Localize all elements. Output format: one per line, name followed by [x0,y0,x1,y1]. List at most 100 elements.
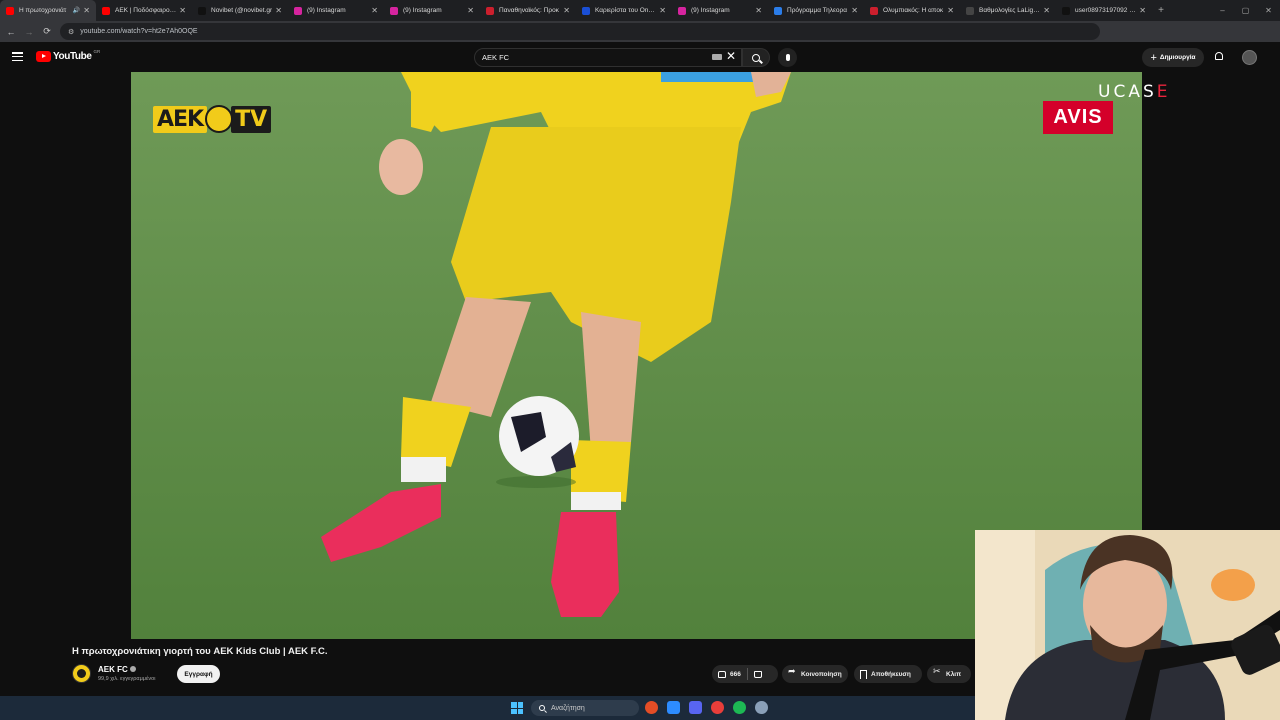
notifications-bell-icon[interactable] [1214,52,1224,62]
browser-tab[interactable]: user08973197092 (@ ✕ [1056,0,1152,21]
tab-title: Ολυμπιακός: Η αποκ [883,7,944,14]
tab-favicon-icon [294,6,302,15]
browser-tab[interactable]: Βαθμολογίες LaLiga - ✕ [960,0,1056,21]
aek-emblem-icon [205,105,234,133]
share-icon [788,667,797,679]
app-icon[interactable] [667,701,680,714]
tab-favicon-icon [870,6,878,15]
tab-favicon-icon [966,6,974,15]
tab-close-icon[interactable]: ✕ [851,6,858,15]
tab-close-icon[interactable]: ✕ [275,6,282,15]
tab-favicon-icon [102,6,110,15]
tab-favicon-icon [678,6,686,15]
search-icon [539,705,545,711]
spotify-icon[interactable] [733,701,746,714]
youtube-logo[interactable]: YouTube GR [36,49,100,62]
tab-favicon-icon [774,6,782,15]
search-button[interactable] [742,48,770,67]
tab-close-icon[interactable]: ✕ [947,6,954,15]
tab-close-icon[interactable]: ✕ [1139,6,1146,15]
clear-search-icon[interactable]: ✕ [726,49,736,63]
webcam-overlay [975,530,1280,720]
plus-icon: + [1150,51,1157,64]
tab-title: (9) Instagram [403,7,442,14]
keyboard-icon[interactable] [712,54,722,60]
browser-tab[interactable]: (9) Instagram ✕ [384,0,480,21]
tab-close-icon[interactable]: ✕ [563,6,570,15]
chrome-icon[interactable] [645,701,658,714]
maximize-button[interactable]: ▢ [1234,0,1257,21]
browser-tab[interactable]: (9) Instagram ✕ [672,0,768,21]
search-input[interactable]: AEK FC [474,48,742,67]
tab-favicon-icon [6,6,14,15]
browser-tab[interactable]: Η πρωτοχρονιάτ 🔊 ✕ [0,0,96,21]
tab-title: user08973197092 (@ [1075,7,1137,14]
browser-tab-strip: Η πρωτοχρονιάτ🔊✕ΑΕΚ | Ποδόσφαιρο | SP✕No… [0,0,1280,21]
window-controls: – ▢ ✕ [1211,0,1280,21]
like-button[interactable]: 666 [712,665,747,683]
tab-title: Παναθηναϊκός: Προκ [499,7,559,14]
back-icon[interactable]: ← [2,21,20,42]
reload-icon[interactable]: ⟳ [38,21,56,42]
app-icon[interactable] [711,701,724,714]
tab-audio-icon[interactable]: 🔊 [73,7,80,14]
tab-favicon-icon [486,6,494,15]
tab-close-icon[interactable]: ✕ [755,6,762,15]
clip-button[interactable]: Κλιπ [927,665,971,683]
settings-icon[interactable] [755,701,768,714]
dislike-button[interactable] [748,665,772,683]
share-button[interactable]: Κοινοποίηση [782,665,848,683]
tab-close-icon[interactable]: ✕ [83,6,90,15]
new-tab-button[interactable]: + [1152,0,1170,21]
youtube-play-icon [36,51,51,62]
address-bar[interactable]: ⚙ youtube.com/watch?v=ht2e7Ah0OQE [60,23,1100,40]
discord-icon[interactable] [689,701,702,714]
windows-start-icon[interactable] [511,702,523,714]
browser-tab[interactable]: ΑΕΚ | Ποδόσφαιρο | SP✕ [96,0,192,21]
tab-close-icon[interactable]: ✕ [179,6,186,15]
site-info-icon[interactable]: ⚙ [68,28,74,36]
browser-tab[interactable]: (9) Instagram ✕ [288,0,384,21]
tab-favicon-icon [390,6,398,15]
account-avatar[interactable] [1242,50,1257,65]
browser-toolbar: ← → ⟳ ⚙ youtube.com/watch?v=ht2e7Ah0OQE … [0,21,1280,57]
browser-tab[interactable]: Πρόγραμμα Τηλεορα ✕ [768,0,864,21]
forward-icon[interactable]: → [20,21,38,42]
like-dislike-group: 666 [712,665,778,683]
microphone-icon [785,54,790,61]
browser-tab[interactable]: Novibet (@novibet.gr ✕ [192,0,288,21]
channel-avatar[interactable] [72,664,91,683]
tab-title: (9) Instagram [691,7,730,14]
menu-icon[interactable] [12,52,23,62]
aek-tv-logo: AEK TV [153,104,272,134]
channel-name[interactable]: AEK FC [98,665,136,674]
voice-search-button[interactable] [778,48,797,67]
tab-close-icon[interactable]: ✕ [371,6,378,15]
browser-tab[interactable]: Παναθηναϊκός: Προκ ✕ [480,0,576,21]
sponsor-logo: AVIS [1043,101,1113,134]
subscriber-count: 99,9 χιλ. εγγεγραμμένοι [98,676,156,682]
tab-favicon-icon [1062,6,1070,15]
tab-title: Καριερίστα του OnlyF [595,7,657,14]
tab-title: Η πρωτοχρονιάτ [19,7,67,14]
browser-tab[interactable]: Ολυμπιακός: Η αποκ ✕ [864,0,960,21]
tab-close-icon[interactable]: ✕ [467,6,474,15]
taskbar-search-input[interactable]: Αναζήτηση [531,700,639,716]
url-text: youtube.com/watch?v=ht2e7Ah0OQE [80,28,198,35]
tab-close-icon[interactable]: ✕ [1043,6,1050,15]
tab-title: Πρόγραμμα Τηλεορα [787,7,847,14]
bookmark-icon [860,669,867,679]
save-button[interactable]: Αποθήκευση [854,665,922,683]
windows-taskbar: Αναζήτηση [0,696,975,720]
create-button[interactable]: + Δημιουργία [1142,48,1204,67]
subscribe-button[interactable]: Εγγραφή [177,665,220,683]
tab-favicon-icon [198,6,206,15]
browser-tab[interactable]: Καριερίστα του OnlyF ✕ [576,0,672,21]
tab-close-icon[interactable]: ✕ [659,6,666,15]
search-icon [752,53,760,62]
scissors-icon [933,667,942,679]
minimize-button[interactable]: – [1211,0,1234,21]
streamer-camera-feed [975,530,1280,720]
close-window-button[interactable]: ✕ [1257,0,1280,21]
tab-title: ΑΕΚ | Ποδόσφαιρο | SP [115,7,176,14]
